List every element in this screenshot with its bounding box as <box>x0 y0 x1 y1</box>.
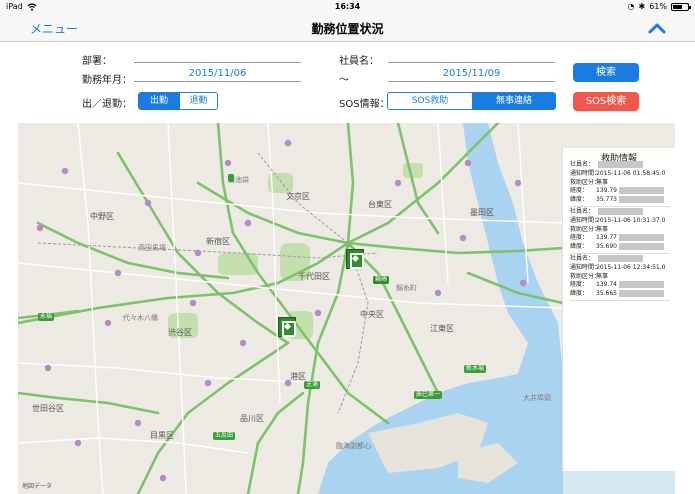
sos-segmented: SOS救助 無事連絡 <box>387 92 556 110</box>
nav-bar: メニュー 勤務位置状況 <box>0 14 695 42</box>
month-label: 勤務年月： <box>82 75 132 86</box>
time-key: 通知時間： <box>570 169 601 177</box>
time-key: 通知時間： <box>570 263 601 271</box>
lat-key: 緯度： <box>570 196 589 204</box>
masked-value <box>598 255 643 262</box>
lon-key: 経度： <box>570 234 589 242</box>
dept-label: 部署： <box>82 56 112 67</box>
status-time: 16:34 <box>334 2 361 11</box>
segment-safe-contact[interactable]: 無事連絡 <box>472 93 555 109</box>
map-label-ohi: 大井埠頭 <box>523 394 551 402</box>
rescue-entry[interactable]: 社員名： 通知時間： 2015-11-06 12:34:51.0 救助区分： 無事 … <box>570 255 670 299</box>
app-root: iPad 16:34 ◔ ✱ 61% メニュー 勤務位置状況 部署： 勤務年月：… <box>0 0 695 494</box>
masked-value <box>619 187 664 195</box>
lat-key: 緯度： <box>570 243 589 251</box>
map-label-taito: 台東区 <box>368 200 392 209</box>
employee-key: 社員名： <box>570 208 595 215</box>
rescue-info-panel: 救助情報 社員名： 通知時間： 2015-11-06 01:58:45.0 救助区… <box>562 148 675 471</box>
chevron-up-icon[interactable] <box>647 19 667 37</box>
battery-percent: 61% <box>649 2 667 11</box>
map-label-sumida: 墨田区 <box>470 208 494 217</box>
rescue-entry[interactable]: 社員名： 通知時間： 2015-11-06 10:31:37.0 救助区分： 無事 … <box>570 208 670 252</box>
masked-value <box>619 243 664 251</box>
masked-value <box>619 196 664 204</box>
map-label-chuo: 中央区 <box>360 310 384 319</box>
search-form: 部署： 勤務年月： 2015/11/06 出／退勤： 出勤 退勤 社員名： ～ … <box>0 43 695 123</box>
map-label-setagaya: 世田谷区 <box>32 404 64 413</box>
route-shield-minamiikebukuro <box>228 174 234 182</box>
divider <box>570 253 670 254</box>
latitude: 35.690 <box>596 243 617 251</box>
battery-icon <box>671 2 691 11</box>
map-label-koto: 江東区 <box>430 324 454 333</box>
map-label-takadanobaba: 高田馬場 <box>138 244 166 252</box>
map-label-shibuya: 渋谷区 <box>168 328 192 337</box>
map-label-meguro: 目黒区 <box>150 431 174 440</box>
employee-key: 社員名： <box>570 161 595 168</box>
rescue-category: 無事 <box>596 272 609 280</box>
segment-clock-in[interactable]: 出勤 <box>139 93 179 109</box>
dept-field[interactable] <box>134 47 301 63</box>
map-label-shinjuku: 新宿区 <box>206 237 230 246</box>
latitude: 35.773 <box>596 196 617 204</box>
employee-label: 社員名： <box>339 56 379 67</box>
lon-key: 経度： <box>570 281 589 289</box>
rescue-category: 無事 <box>596 178 609 186</box>
longitude: 139.79 <box>596 187 617 195</box>
route-shield-hakozaki: 箱崎 <box>373 276 390 284</box>
inout-segmented: 出勤 退勤 <box>138 92 218 110</box>
route-shield-nagawa: 永福 <box>38 313 55 321</box>
time-key: 通知時間： <box>570 216 601 224</box>
segment-clock-out[interactable]: 退勤 <box>179 93 217 109</box>
map-label-kinshicho: 錦糸町 <box>396 284 417 292</box>
emergency-exit-marker[interactable] <box>346 249 364 269</box>
segment-sos-rescue[interactable]: SOS救助 <box>388 93 472 109</box>
search-button[interactable]: 検索 <box>573 63 639 82</box>
employee-key: 社員名： <box>570 255 595 262</box>
lon-key: 経度： <box>570 187 589 195</box>
map-label-chiyoda: 千代田区 <box>298 272 330 281</box>
divider <box>570 206 670 207</box>
map-label-bunkyo: 文京区 <box>286 192 310 201</box>
route-shield-shibaura: 芝浦 <box>304 381 321 389</box>
map-label-nakano: 中野区 <box>90 212 114 221</box>
masked-value <box>619 290 664 298</box>
date-from-field[interactable]: 2015/11/06 <box>134 66 301 82</box>
route-shield-tatsumi: 辰巳第一 <box>414 391 443 399</box>
masked-value <box>619 281 664 289</box>
date-to-field[interactable]: 2015/11/09 <box>388 66 555 82</box>
route-shield-shinkiba: 新木場 <box>464 365 487 373</box>
notify-time: 2015-11-06 01:58:45.0 <box>596 169 666 177</box>
notify-time: 2015-11-06 12:34:51.0 <box>596 263 666 271</box>
emergency-exit-marker[interactable] <box>278 317 296 337</box>
lat-key: 緯度： <box>570 290 589 298</box>
longitude: 139.77 <box>596 234 617 242</box>
status-bar: iPad 16:34 ◔ ✱ 61% <box>0 0 695 14</box>
route-shield-gotanda: 五反田 <box>213 432 236 440</box>
rescue-entry[interactable]: 社員名： 通知時間： 2015-11-06 01:58:45.0 救助区分： 無事 … <box>570 161 670 205</box>
notify-time: 2015-11-06 10:31:37.0 <box>596 216 666 224</box>
map-label-minato: 港区 <box>290 372 306 381</box>
sos-label: SOS情報： <box>339 99 390 110</box>
sos-search-button[interactable]: SOS検索 <box>573 92 639 111</box>
masked-value <box>619 234 664 242</box>
lock-rotation-icon: ◔ <box>627 2 635 11</box>
latitude: 35.665 <box>596 290 617 298</box>
longitude: 139.74 <box>596 281 617 289</box>
divider <box>570 300 670 301</box>
page-title: 勤務位置状況 <box>311 22 384 36</box>
masked-value <box>598 161 643 168</box>
range-separator: ～ <box>339 75 349 86</box>
map-attribution: 地図データ <box>22 483 53 490</box>
rescue-category: 無事 <box>596 225 609 233</box>
masked-value <box>598 208 643 215</box>
employee-field[interactable] <box>388 47 555 63</box>
bluetooth-icon: ✱ <box>638 2 646 11</box>
status-right: ◔ ✱ 61% <box>627 2 691 11</box>
map-label-yoyogi: 代々木八幡 <box>123 314 158 322</box>
map-label-shinagawa: 品川区 <box>240 414 264 423</box>
inout-label: 出／退勤： <box>82 99 132 110</box>
map-label-rinkai: 臨海副都心 <box>336 442 371 450</box>
